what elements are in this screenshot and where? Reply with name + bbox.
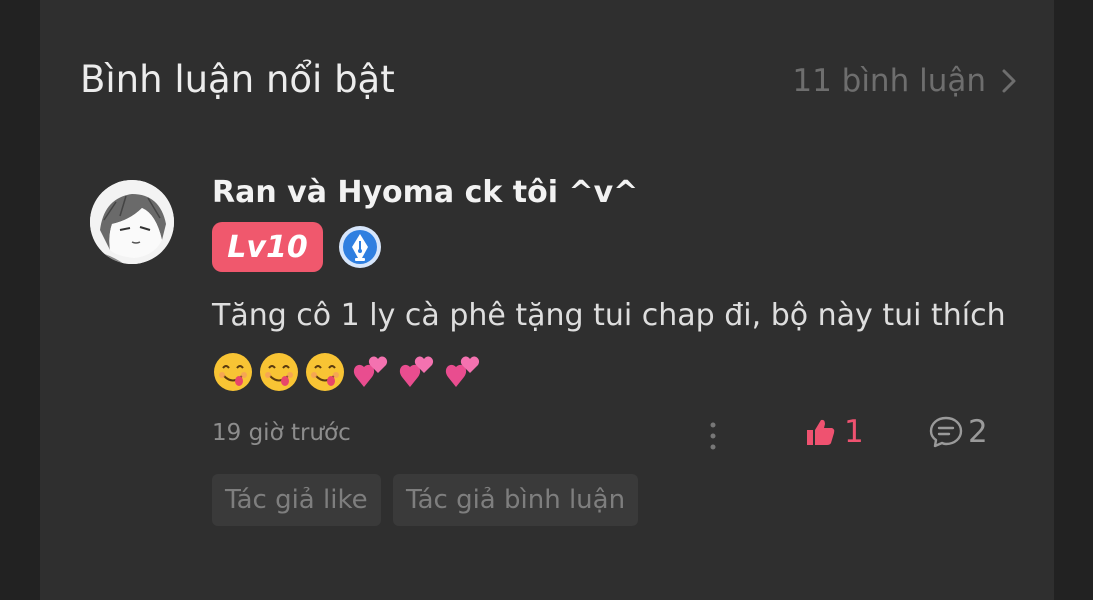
- comment-content: Tăng cô 1 ly cà phê tặng tui chap đi, bộ…: [212, 288, 1032, 400]
- yum-emoji-icon: [258, 351, 300, 393]
- avatar-image: [90, 180, 174, 264]
- comment-timestamp: 19 giờ trước: [212, 420, 351, 446]
- tag-author-commented: Tác giả bình luận: [393, 474, 639, 526]
- level-badge: Lv10: [212, 222, 323, 272]
- pen-nib-icon: [339, 226, 381, 268]
- reply-count: 2: [968, 414, 988, 450]
- comment-text: Tăng cô 1 ly cà phê tặng tui chap đi, bộ…: [212, 298, 1006, 333]
- speech-bubble-icon: [929, 416, 963, 448]
- yum-emoji-icon: [304, 351, 346, 393]
- thumbs-up-icon: [807, 419, 835, 445]
- more-vertical-icon[interactable]: [708, 420, 718, 452]
- tag-author-liked: Tác giả like: [212, 474, 381, 526]
- like-button[interactable]: 1: [804, 414, 864, 450]
- comment-count-label: 11 bình luận: [792, 63, 986, 99]
- two-hearts-emoji-icon: [350, 351, 392, 393]
- highlighted-comments-panel: Bình luận nổi bật 11 bình luận Ran và Hy…: [40, 0, 1054, 600]
- comment-emojis: [212, 344, 1032, 400]
- yum-emoji-icon: [212, 351, 254, 393]
- avatar[interactable]: [90, 180, 174, 264]
- chevron-right-icon: [1002, 69, 1016, 93]
- like-count: 1: [844, 414, 864, 450]
- section-title: Bình luận nổi bật: [80, 58, 395, 101]
- two-hearts-emoji-icon: [396, 351, 438, 393]
- all-comments-link[interactable]: 11 bình luận: [792, 63, 1020, 99]
- comment-username[interactable]: Ran và Hyoma ck tôi ^v^: [212, 175, 638, 210]
- two-hearts-emoji-icon: [442, 351, 484, 393]
- reply-button[interactable]: 2: [928, 414, 988, 450]
